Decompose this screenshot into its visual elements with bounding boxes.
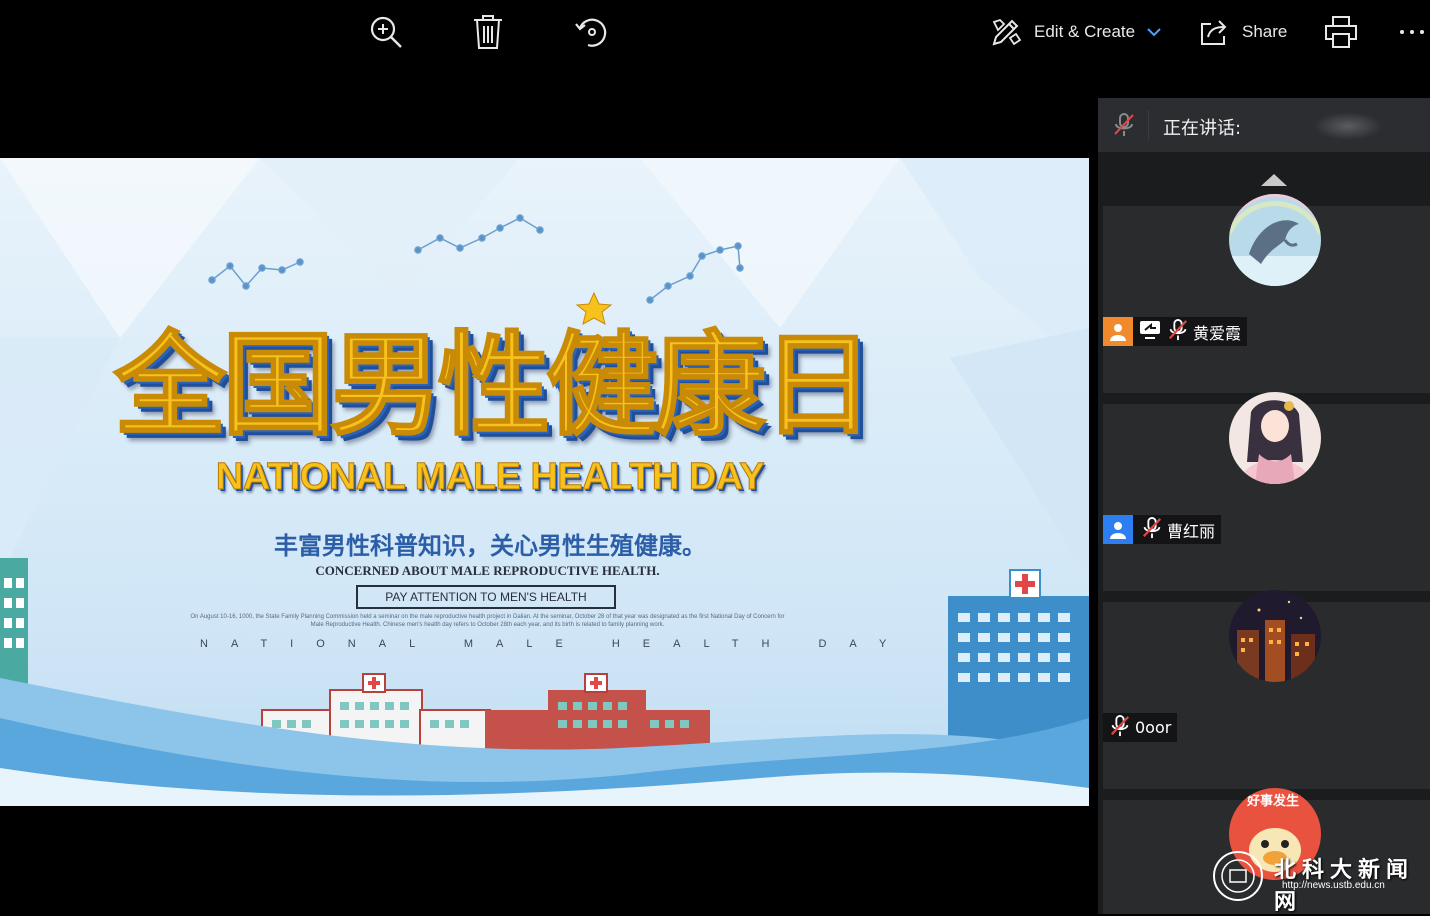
member-badge: [1103, 515, 1133, 544]
edit-pencil-icon: [992, 18, 1022, 46]
printer-icon: [1325, 16, 1357, 48]
right-hospital-building: [948, 569, 1089, 746]
slide-spaced-caption: NATIONAL MALE HEALTH DAY: [200, 638, 910, 650]
participant-namebar: 曹红丽: [1103, 515, 1222, 544]
zoom-in-button[interactable]: [368, 12, 404, 52]
university-seal-logo: [1213, 851, 1263, 901]
rotate-icon: [575, 18, 607, 47]
user-icon: [1110, 323, 1126, 341]
share-icon: [1201, 20, 1227, 45]
participant-name: 曹红丽: [1167, 521, 1216, 541]
photo-viewer-toolbar: Edit & Create Share: [0, 0, 1430, 64]
rotate-button[interactable]: [574, 12, 610, 52]
print-button[interactable]: [1324, 12, 1358, 52]
host-badge: [1103, 317, 1133, 346]
divider: [1148, 110, 1149, 140]
edit-create-label: Edit & Create: [1034, 22, 1136, 41]
avatar-caption: 好事发生: [1247, 794, 1300, 809]
more-dots-icon: [1400, 30, 1424, 34]
edit-create-button[interactable]: Edit & Create: [990, 12, 1161, 52]
star-decoration: [575, 291, 613, 325]
trash-icon: [474, 15, 502, 49]
dolphin-avatar: [1229, 194, 1321, 286]
night-city-avatar: [1229, 590, 1321, 682]
more-options-button[interactable]: [1398, 12, 1426, 52]
participant-tile[interactable]: 0oor: [1103, 590, 1430, 789]
screen-share-icon: [1137, 319, 1163, 345]
mic-muted-icon: [1112, 112, 1136, 142]
scroll-up-arrow-icon[interactable]: [1261, 174, 1287, 186]
delete-button[interactable]: [472, 12, 504, 52]
shared-slide-image: 全国男性健康日 NATIONAL MALE HEALTH DAY 丰富男性科普知…: [0, 158, 1089, 806]
mic-muted-icon: [1109, 714, 1131, 742]
now-speaking-label: 正在讲话:: [1163, 118, 1242, 139]
user-icon: [1110, 521, 1126, 539]
share-label: Share: [1242, 22, 1288, 41]
now-speaking-bar: 正在讲话:: [1098, 98, 1430, 152]
slide-chinese-subtitle: 丰富男性科普知识，关心男性生殖健康。: [274, 532, 706, 560]
slide-english-title: NATIONAL MALE HEALTH DAY: [215, 456, 765, 499]
slide-attention-box: PAY ATTENTION TO MEN'S HEALTH: [356, 585, 616, 609]
anime-girl-avatar: [1229, 392, 1321, 484]
slide-main-title: 全国男性健康日: [113, 321, 875, 451]
watermark-url: http://news.ustb.edu.cn: [1282, 880, 1385, 891]
blurred-speaker-name: [1313, 112, 1383, 140]
molecule-decoration-left: [208, 258, 304, 290]
slide-fine-print: On August 10-16, 1000, the State Family …: [190, 614, 785, 628]
mic-muted-icon: [1141, 516, 1163, 544]
chevron-down-icon: [1147, 28, 1161, 37]
zoom-in-icon: [370, 16, 402, 48]
mic-muted-icon: [1167, 318, 1189, 346]
participant-name: 黄爱霞: [1193, 323, 1242, 343]
news-site-watermark: 北科大新闻网 http://news.ustb.edu.cn: [1212, 846, 1422, 915]
participant-tile[interactable]: 黄爱霞: [1103, 194, 1430, 393]
participant-namebar: 0oor: [1103, 713, 1178, 742]
share-button[interactable]: Share: [1198, 12, 1287, 52]
participant-panel: 正在讲话: 黄爱霞 曹红丽 0oor 好事发生: [1098, 98, 1430, 914]
participant-namebar: 黄爱霞: [1103, 317, 1248, 346]
slide-english-subtitle: CONCERNED ABOUT MALE REPRODUCTIVE HEALTH…: [315, 563, 660, 578]
participant-tile[interactable]: 曹红丽: [1103, 392, 1430, 591]
participant-name: 0oor: [1135, 718, 1172, 737]
